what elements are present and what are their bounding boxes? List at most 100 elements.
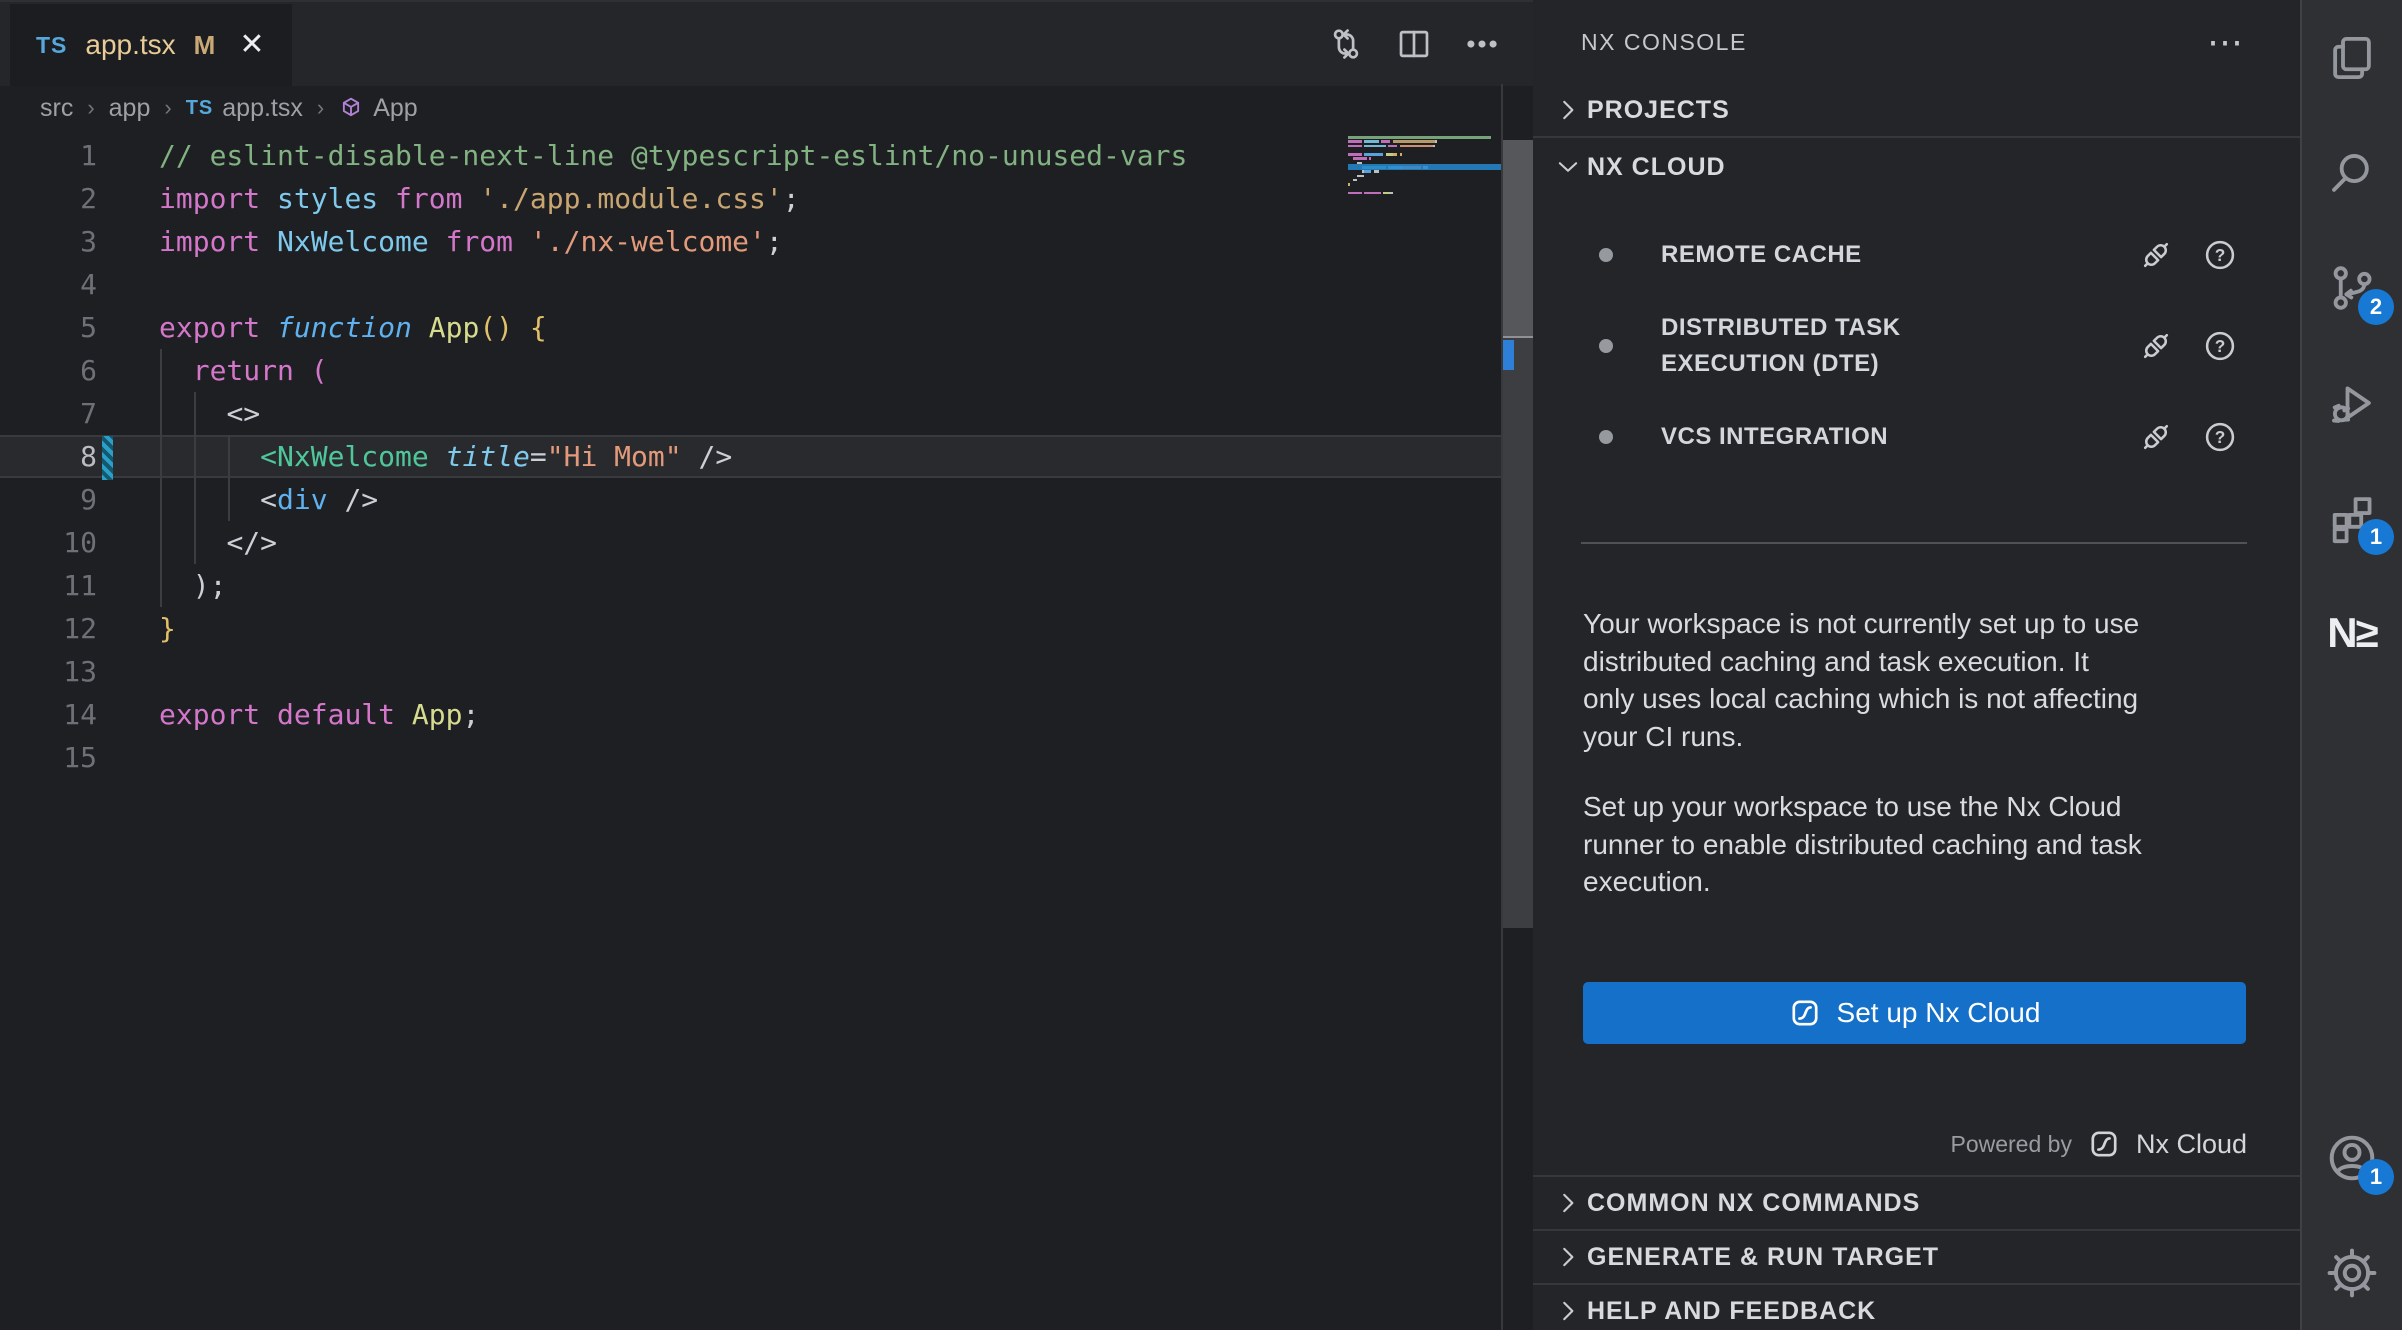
feature-label: DISTRIBUTED TASK EXECUTION (DTE) [1661, 310, 2041, 382]
code-line-13[interactable]: 13 [0, 650, 1502, 693]
code-line-12[interactable]: 12} [0, 607, 1502, 650]
badge: 2 [2358, 289, 2394, 325]
panel-more-actions-icon[interactable]: ⋯ [2207, 0, 2245, 84]
code-line-8[interactable]: 8 <NxWelcome title="Hi Mom" /> [0, 435, 1502, 478]
breadcrumb-item-app[interactable]: app [109, 94, 151, 123]
editor-group: TS app.tsx M ✕ src›app›TSapp.tsx›App 1//… [0, 0, 1536, 1330]
feature-label: VCS INTEGRATION [1661, 419, 2041, 455]
code-line-3[interactable]: 3import NxWelcome from './nx-welcome'; [0, 220, 1502, 263]
setup-instruction-text: Set up your workspace to use the Nx Clou… [1583, 788, 2247, 901]
help-icon[interactable]: ? [2200, 417, 2240, 457]
line-number: 14 [0, 693, 97, 736]
breadcrumb-label: app.tsx [222, 94, 303, 123]
tab-app-tsx[interactable]: TS app.tsx M ✕ [10, 4, 292, 86]
section-label: COMMON NX COMMANDS [1587, 1189, 1920, 1218]
breadcrumb-label: app [109, 94, 151, 123]
code-line-14[interactable]: 14export default App; [0, 693, 1502, 736]
section-nx-cloud[interactable]: NX CLOUD [1533, 138, 2300, 196]
code-line-1[interactable]: 1// eslint-disable-next-line @typescript… [0, 134, 1502, 177]
minimap-line [1348, 145, 1503, 148]
tab-close-icon[interactable]: ✕ [239, 30, 264, 60]
typescript-file-icon: TS [36, 32, 67, 59]
line-number: 8 [0, 435, 97, 478]
code-line-7[interactable]: 7 <> [0, 392, 1502, 435]
line-number: 4 [0, 263, 97, 306]
nx-logo: N≥ [2327, 609, 2376, 657]
breadcrumb-item-src[interactable]: src [40, 94, 73, 123]
section-label: GENERATE & RUN TARGET [1587, 1243, 1939, 1272]
code-text: return ( [97, 349, 328, 392]
section-help-and-feedback[interactable]: HELP AND FEEDBACK [1533, 1283, 2300, 1330]
chevron-right-icon [1551, 95, 1585, 125]
activity-nx-console-icon[interactable]: N≥ [2302, 575, 2402, 690]
feature-actions: ? [2136, 417, 2240, 457]
minimap-line [1348, 187, 1503, 190]
chevron-right-icon [1551, 1188, 1585, 1218]
more-actions-icon[interactable] [1462, 16, 1502, 72]
minimap-current-line [1348, 164, 1503, 170]
minimap-line [1348, 175, 1503, 178]
code-line-4[interactable]: 4 [0, 263, 1502, 306]
activity-extensions-icon[interactable]: 1 [2302, 460, 2402, 575]
line-number: 12 [0, 607, 97, 650]
line-number: 1 [0, 134, 97, 177]
section-generate-run-target[interactable]: GENERATE & RUN TARGET [1533, 1229, 2300, 1283]
activity-search-icon[interactable] [2302, 115, 2402, 230]
panel-header: NX CONSOLE ⋯ [1533, 0, 2300, 84]
section-common-nx-commands[interactable]: COMMON NX COMMANDS [1533, 1175, 2300, 1229]
scrollbar-thumb[interactable] [1503, 140, 1533, 336]
split-editor-icon[interactable] [1394, 16, 1434, 72]
code-line-6[interactable]: 6 return ( [0, 349, 1502, 392]
line-number: 6 [0, 349, 97, 392]
activity-source-control-icon[interactable]: 2 [2302, 230, 2402, 345]
connect-icon[interactable] [2136, 417, 2176, 457]
code-editor[interactable]: 1// eslint-disable-next-line @typescript… [0, 134, 1502, 779]
code-text: </> [97, 521, 277, 564]
connect-icon[interactable] [2136, 326, 2176, 366]
connect-icon[interactable] [2136, 235, 2176, 275]
breadcrumb-label: App [373, 94, 417, 123]
nx-cloud-logo-icon [1789, 997, 1821, 1029]
code-line-10[interactable]: 10 </> [0, 521, 1502, 564]
chevron-right-icon [1551, 1296, 1585, 1326]
nx-feature-distributed-task-execution-dte-: DISTRIBUTED TASK EXECUTION (DTE)? [1533, 300, 2300, 392]
activity-explorer-icon[interactable] [2302, 0, 2402, 115]
line-number: 2 [0, 177, 97, 220]
code-line-5[interactable]: 5export function App() { [0, 306, 1502, 349]
scrollbar-track[interactable] [1503, 338, 1533, 928]
breadcrumb-item-app-tsx[interactable]: TSapp.tsx [186, 94, 303, 123]
workspace-status-text: Your workspace is not currently set up t… [1583, 605, 2247, 755]
activity-accounts-icon[interactable]: 1 [2302, 1100, 2402, 1215]
section-projects[interactable]: PROJECTS [1533, 84, 2300, 138]
section-label: PROJECTS [1587, 96, 1730, 125]
status-bullet [1599, 430, 1613, 444]
feature-actions: ? [2136, 326, 2240, 366]
activity-run-and-debug-icon[interactable] [2302, 345, 2402, 460]
breadcrumb-label: src [40, 94, 73, 123]
setup-nx-cloud-button[interactable]: Set up Nx Cloud [1583, 982, 2246, 1044]
code-line-15[interactable]: 15 [0, 736, 1502, 779]
help-icon[interactable]: ? [2200, 235, 2240, 275]
badge: 1 [2358, 519, 2394, 555]
line-number: 9 [0, 478, 97, 521]
activity-bar: 2 1 N≥ 1 [2300, 0, 2402, 1330]
open-changes-icon[interactable] [1326, 16, 1366, 72]
line-number: 3 [0, 220, 97, 263]
minimap-line [1348, 192, 1503, 195]
divider [1581, 542, 2247, 544]
line-number: 15 [0, 736, 97, 779]
breadcrumb-item-app[interactable]: App [338, 94, 417, 123]
activity-settings-icon[interactable] [2302, 1215, 2402, 1330]
code-line-9[interactable]: 9 <div /> [0, 478, 1502, 521]
powered-by: Powered by Nx Cloud [1583, 1122, 2247, 1166]
code-text: <NxWelcome title="Hi Mom" /> [97, 435, 732, 478]
code-line-11[interactable]: 11 ); [0, 564, 1502, 607]
status-bullet [1599, 339, 1613, 353]
breadcrumb: src›app›TSapp.tsx›App [40, 88, 418, 128]
svg-text:?: ? [2215, 427, 2226, 447]
help-icon[interactable]: ? [2200, 326, 2240, 366]
overview-ruler-modified-marker [1503, 340, 1514, 370]
nx-cloud-logo-icon [2088, 1128, 2120, 1160]
code-line-2[interactable]: 2import styles from './app.module.css'; [0, 177, 1502, 220]
setup-button-label: Set up Nx Cloud [1837, 997, 2041, 1029]
